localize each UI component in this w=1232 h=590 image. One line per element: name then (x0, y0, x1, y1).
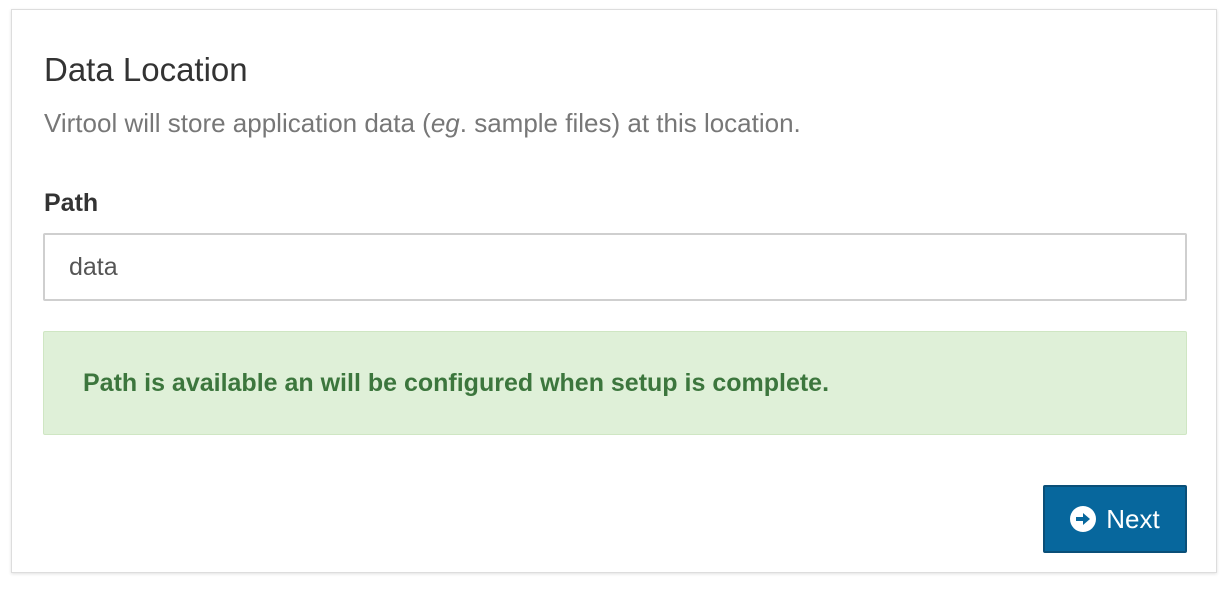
data-location-panel: Data Location Virtool will store applica… (11, 9, 1217, 573)
description-text-start: Virtool will store application data ( (44, 108, 431, 138)
arrow-circle-right-icon (1070, 506, 1097, 532)
description-text-end: . sample files) at this location. (459, 108, 801, 138)
section-description: Virtool will store application data (eg.… (44, 106, 801, 140)
next-button[interactable]: Next (1043, 485, 1187, 553)
page-title: Data Location (44, 51, 248, 88)
path-input[interactable] (43, 233, 1187, 301)
description-emphasis: eg (430, 108, 460, 138)
path-status-alert: Path is available an will be configured … (43, 331, 1187, 435)
next-button-label: Next (1106, 504, 1160, 534)
alert-message: Path is available an will be configured … (83, 369, 830, 397)
path-label: Path (44, 189, 99, 217)
